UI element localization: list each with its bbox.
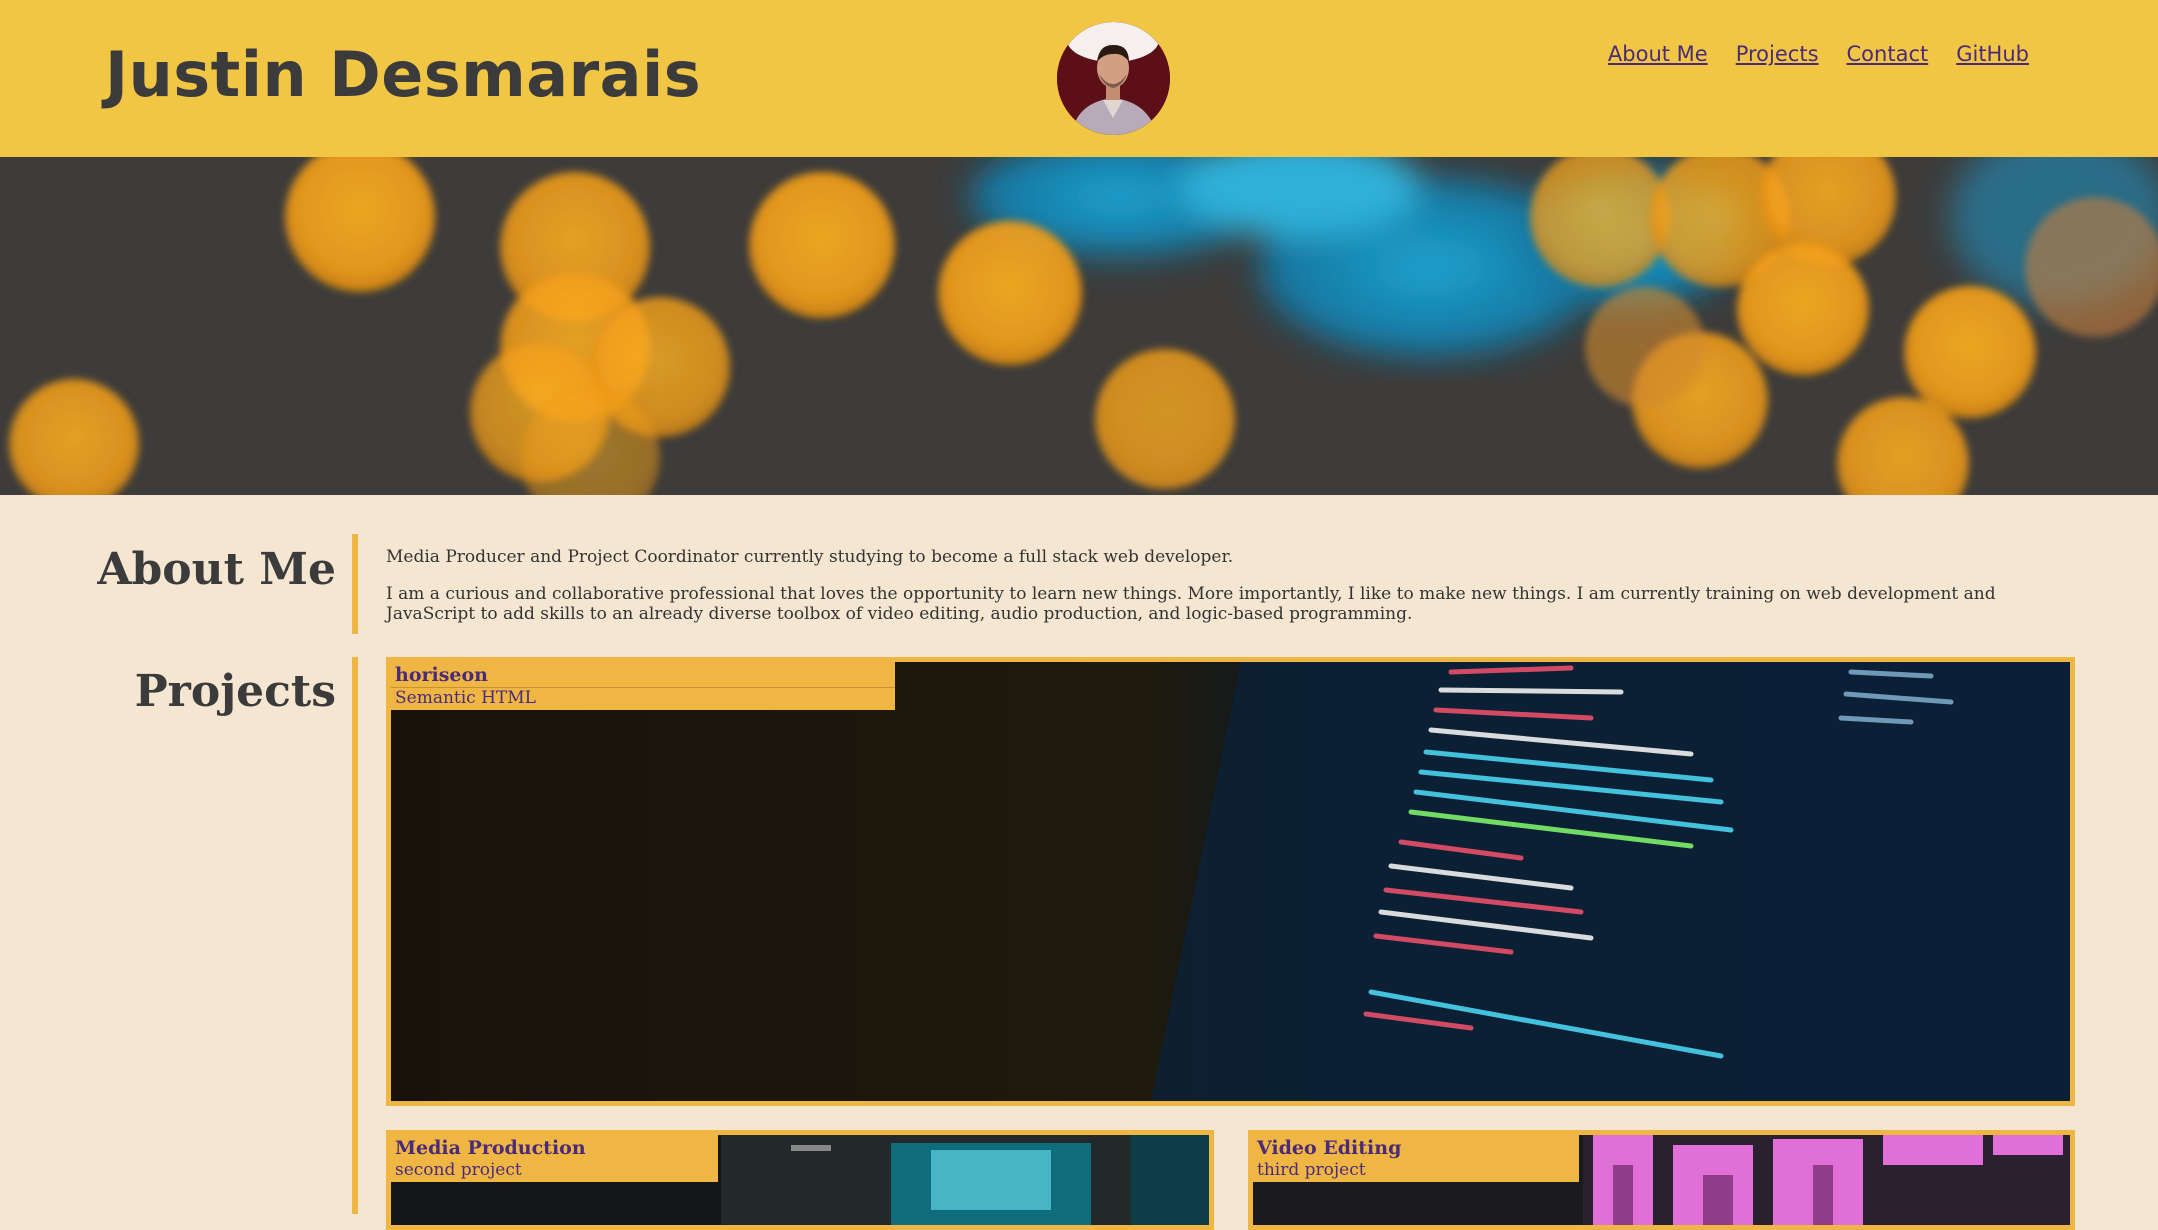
projects-divider [352, 657, 358, 1214]
project-subtitle: second project [395, 1160, 522, 1180]
project-card-video-editing[interactable]: Video Editing third project [1248, 1130, 2075, 1230]
main-nav: About Me Projects Contact GitHub [1608, 42, 2029, 66]
about-text: Media Producer and Project Coordinator c… [386, 547, 2056, 641]
profile-avatar [1057, 22, 1170, 135]
projects-heading: Projects [134, 666, 336, 717]
nav-link-github[interactable]: GitHub [1956, 42, 2029, 66]
project-subtitle: Semantic HTML [395, 688, 536, 708]
about-paragraph-1: Media Producer and Project Coordinator c… [386, 547, 1234, 567]
about-heading: About Me [97, 544, 336, 595]
project-title: Video Editing [1257, 1137, 1402, 1159]
project-caption: Media Production second project [391, 1135, 718, 1182]
site-header: Justin Desmarais About Me Projects Conta… [0, 0, 2158, 157]
nav-link-contact[interactable]: Contact [1847, 42, 1929, 66]
project-card-media-production[interactable]: Media Production second project [386, 1130, 1214, 1230]
about-divider [352, 534, 358, 634]
site-title: Justin Desmarais [105, 38, 702, 111]
project-caption: Video Editing third project [1253, 1135, 1579, 1182]
project-subtitle: third project [1257, 1160, 1366, 1180]
project-title: horiseon [391, 662, 895, 688]
project-caption: horiseon Semantic HTML [391, 662, 895, 710]
about-paragraph-2: I am a curious and collaborative profess… [386, 584, 1996, 624]
nav-link-about-me[interactable]: About Me [1608, 42, 1708, 66]
project-title: Media Production [395, 1137, 586, 1159]
hero-banner [0, 157, 2158, 495]
code-screen-image [391, 662, 2070, 1101]
project-card-horiseon[interactable]: horiseon Semantic HTML [386, 657, 2075, 1106]
nav-link-projects[interactable]: Projects [1736, 42, 1819, 66]
